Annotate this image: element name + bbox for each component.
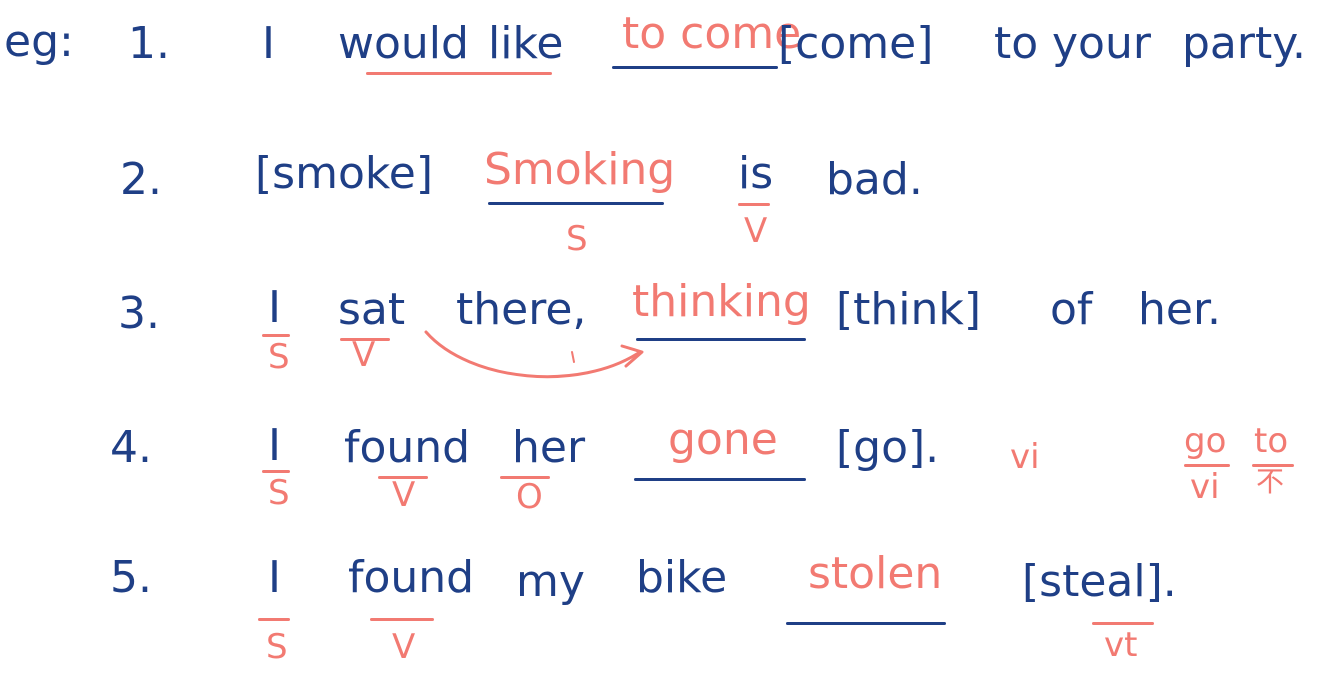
word: found: [344, 422, 471, 473]
grammar-mark-object: O: [516, 477, 543, 517]
word: I: [268, 420, 281, 471]
verb-type-label: vi: [1010, 437, 1040, 477]
grammar-mark-subject: S: [268, 473, 290, 513]
sentence-number: 4.: [110, 422, 152, 473]
word: her: [512, 422, 586, 473]
word: my: [516, 556, 585, 607]
answer-blank: [786, 622, 946, 625]
word: bike: [636, 552, 728, 603]
grammar-mark-verb: V: [392, 475, 416, 515]
underline: [370, 618, 434, 621]
base-verb: [go].: [836, 422, 940, 473]
note-word: to: [1254, 421, 1289, 461]
sentence-number: 5.: [110, 552, 152, 603]
answer-blank: [634, 478, 806, 481]
grammar-mark-verb-type: vt: [1104, 625, 1138, 665]
base-verb: [steal].: [1022, 556, 1177, 607]
word: found: [348, 552, 475, 603]
grammar-mark-verb: V: [392, 627, 416, 667]
note-word: 不: [1256, 465, 1285, 498]
note-word: vi: [1190, 467, 1220, 507]
word: I: [268, 552, 281, 603]
grammar-mark-subject: S: [266, 627, 288, 667]
underline: [258, 618, 290, 621]
answer-word: stolen: [808, 548, 943, 599]
note-word: go: [1184, 421, 1227, 461]
answer-word: gone: [668, 414, 778, 465]
